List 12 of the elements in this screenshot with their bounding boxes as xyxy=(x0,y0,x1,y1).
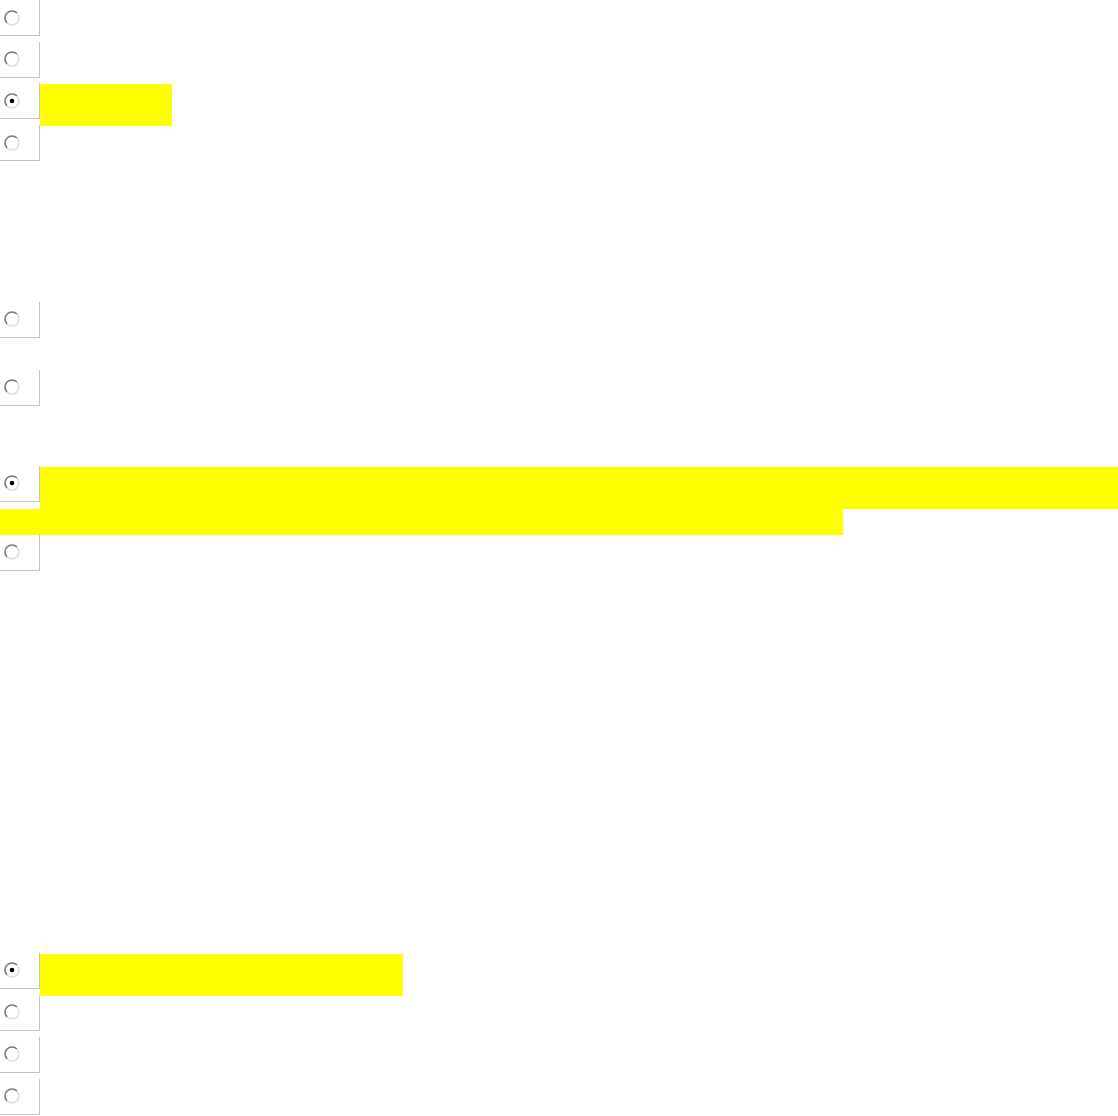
radio-button[interactable] xyxy=(4,962,20,979)
radio-button[interactable] xyxy=(4,311,20,328)
radio-button[interactable] xyxy=(4,134,20,151)
radio-button[interactable] xyxy=(4,475,20,492)
radio-button[interactable] xyxy=(4,1088,20,1105)
radio-button[interactable] xyxy=(4,9,20,26)
radio-button[interactable] xyxy=(4,92,20,109)
radio-button[interactable] xyxy=(4,544,20,561)
radio-button[interactable] xyxy=(4,1004,20,1021)
radio-button[interactable] xyxy=(4,379,20,396)
radio-button[interactable] xyxy=(4,1046,20,1063)
radio-button[interactable] xyxy=(4,51,20,68)
